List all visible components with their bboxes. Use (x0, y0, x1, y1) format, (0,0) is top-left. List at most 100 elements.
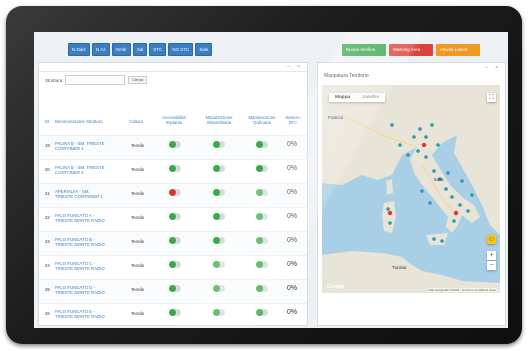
search-input[interactable] (65, 75, 126, 85)
status-dot-icon (169, 285, 176, 292)
ordinary-maintenance-toggle[interactable] (256, 237, 268, 244)
access-toggle[interactable] (169, 141, 181, 148)
status-dot-icon (213, 141, 220, 148)
extra-maintenance-toggle[interactable] (213, 309, 225, 316)
structure-link[interactable]: APERIALFA - SM. TRIESTE CONTAINER 1 (55, 189, 105, 199)
stc-percent: 0% (287, 213, 298, 220)
google-logo: Google (327, 284, 345, 290)
fullscreen-icon[interactable]: ⛶ (487, 93, 496, 102)
table-row[interactable]: 25 PALO FUNGATO D - TRIESTE MONTE RADIO Te… (39, 279, 307, 303)
map-panel-controls-icon[interactable]: – × (485, 65, 501, 71)
history-button[interactable]: Attività Latest (436, 44, 480, 56)
map-attribution[interactable]: Dati cartografici ©2019 · Termini e cond… (427, 288, 497, 292)
map-title: Mappatura Territorio (324, 73, 369, 79)
ordinary-maintenance-toggle[interactable] (256, 285, 268, 292)
culture-value: Tessile (131, 143, 145, 148)
col-ordinary[interactable]: Manutenzione Ordinaria (244, 115, 280, 125)
tab-map[interactable]: Mappa (329, 93, 356, 102)
access-toggle[interactable] (169, 189, 181, 196)
extra-maintenance-toggle[interactable] (213, 165, 225, 172)
table-row[interactable]: 24 PALO FUNGATO C - TRIESTE MONTE RADIO Te… (39, 255, 307, 279)
zoom-out-button[interactable]: − (487, 261, 496, 270)
structure-link[interactable]: PALO FUNGATO B - TRIESTE MONTE RADIO (55, 237, 105, 247)
tab-satellite[interactable]: Satellite (356, 93, 385, 102)
structures-panel: – × Struttura Cerca ID Denominazione Str… (38, 62, 308, 328)
warning-area-button[interactable]: Warning Area (389, 44, 433, 56)
status-dot-icon (256, 309, 263, 316)
stc-percent: 0% (287, 189, 298, 196)
extra-maintenance-toggle[interactable] (213, 213, 225, 220)
status-dot-icon (169, 189, 176, 196)
stc-percent: 0% (287, 261, 298, 268)
ordinary-maintenance-toggle[interactable] (256, 189, 268, 196)
table-row[interactable]: 26 PALO FUNGATO E - TRIESTE MONTE RADIO Te… (39, 303, 307, 327)
search-button[interactable]: Cerca (128, 76, 147, 84)
structure-link[interactable]: PALINA B - SM. TRIESTE CONTAINER 1 (55, 141, 105, 151)
ordinary-maintenance-toggle[interactable] (256, 261, 268, 268)
ordinary-maintenance-toggle[interactable] (256, 165, 268, 172)
access-toggle[interactable] (169, 237, 181, 244)
filter-button[interactable]: NO STC (168, 43, 194, 56)
table-row[interactable]: 27PALO FUNGATO F - TRIESTE MONTE RADIOTe… (39, 327, 307, 328)
map-type-tabs: Mappa Satellite (329, 93, 386, 102)
col-access[interactable]: Accessibilità Impianto (156, 115, 192, 125)
ordinary-maintenance-toggle[interactable] (256, 141, 268, 148)
new-monitoring-button[interactable]: Nuova Verifica (342, 44, 386, 56)
table-row[interactable]: 20 PALINA B - SM. TRIESTE CONTAINER 2 Tess… (39, 159, 307, 183)
status-dot-icon (169, 237, 176, 244)
filter-button[interactable]: N.Giez (68, 43, 90, 56)
status-dot-icon (213, 285, 220, 292)
street-view-icon[interactable]: ☺ (487, 235, 496, 244)
status-dot-icon (169, 165, 176, 172)
status-dot-icon (256, 189, 263, 196)
table-body: 19 PALINA B - SM. TRIESTE CONTAINER 1 Tess… (39, 135, 307, 328)
extra-maintenance-toggle[interactable] (213, 141, 225, 148)
status-dot-icon (169, 213, 176, 220)
panel-controls-icon[interactable]: – × (287, 64, 303, 70)
culture-value: Tessile (131, 191, 145, 196)
table-row[interactable]: 21 APERIALFA - SM. TRIESTE CONTAINER 1 Tes… (39, 183, 307, 207)
culture-value: Tessile (131, 215, 145, 220)
extra-maintenance-toggle[interactable] (213, 237, 225, 244)
structure-link[interactable]: PALO FUNGATO C - TRIESTE MONTE RADIO (55, 261, 105, 271)
search-label: Struttura (45, 77, 63, 83)
access-toggle[interactable] (169, 165, 181, 172)
table-row[interactable]: 23 PALO FUNGATO B - TRIESTE MONTE RADIO Te… (39, 231, 307, 255)
status-dot-icon (213, 165, 220, 172)
table-row[interactable]: 19 PALINA B - SM. TRIESTE CONTAINER 1 Tess… (39, 135, 307, 159)
col-extra[interactable]: Manutenzione Straordinaria (199, 115, 239, 125)
culture-value: Tessile (131, 287, 145, 292)
table-row[interactable]: 22 PALO FUNGATO A - TRIESTE MONTE RADIO Te… (39, 207, 307, 231)
territory-map[interactable]: Mappa Satellite ⛶ ☺ + − Francia Italia T… (322, 85, 500, 293)
filter-button[interactable]: STC (149, 43, 167, 56)
extra-maintenance-toggle[interactable] (213, 285, 225, 292)
stc-percent: 0% (287, 309, 298, 316)
filter-button[interactable]: Sal (132, 43, 148, 56)
filter-button[interactable]: N.Az (91, 43, 110, 56)
status-dot-icon (256, 141, 263, 148)
filter-button[interactable]: Sale (195, 43, 213, 56)
access-toggle[interactable] (169, 261, 181, 268)
status-dot-icon (213, 189, 220, 196)
status-dot-icon (213, 213, 220, 220)
structure-link[interactable]: PALO FUNGATO A - TRIESTE MONTE RADIO (55, 213, 105, 223)
structure-link[interactable]: PALO FUNGATO D - TRIESTE MONTE RADIO (55, 285, 105, 295)
access-toggle[interactable] (169, 285, 181, 292)
row-id: 22 (45, 215, 50, 220)
access-toggle[interactable] (169, 309, 181, 316)
filter-button[interactable]: Ombr (111, 43, 131, 56)
col-id[interactable]: ID (45, 119, 49, 124)
access-toggle[interactable] (169, 213, 181, 220)
col-name[interactable]: Denominazione Struttura (55, 119, 115, 124)
col-stc[interactable]: Servizio STC (282, 115, 304, 125)
row-id: 24 (45, 263, 50, 268)
ordinary-maintenance-toggle[interactable] (256, 309, 268, 316)
extra-maintenance-toggle[interactable] (213, 261, 225, 268)
status-dot-icon (169, 309, 176, 316)
ordinary-maintenance-toggle[interactable] (256, 213, 268, 220)
structure-link[interactable]: PALINA B - SM. TRIESTE CONTAINER 2 (55, 165, 105, 175)
col-culture[interactable]: Coltura (129, 119, 143, 124)
structure-link[interactable]: PALO FUNGATO E - TRIESTE MONTE RADIO (55, 309, 105, 319)
extra-maintenance-toggle[interactable] (213, 189, 225, 196)
zoom-in-button[interactable]: + (487, 251, 496, 260)
